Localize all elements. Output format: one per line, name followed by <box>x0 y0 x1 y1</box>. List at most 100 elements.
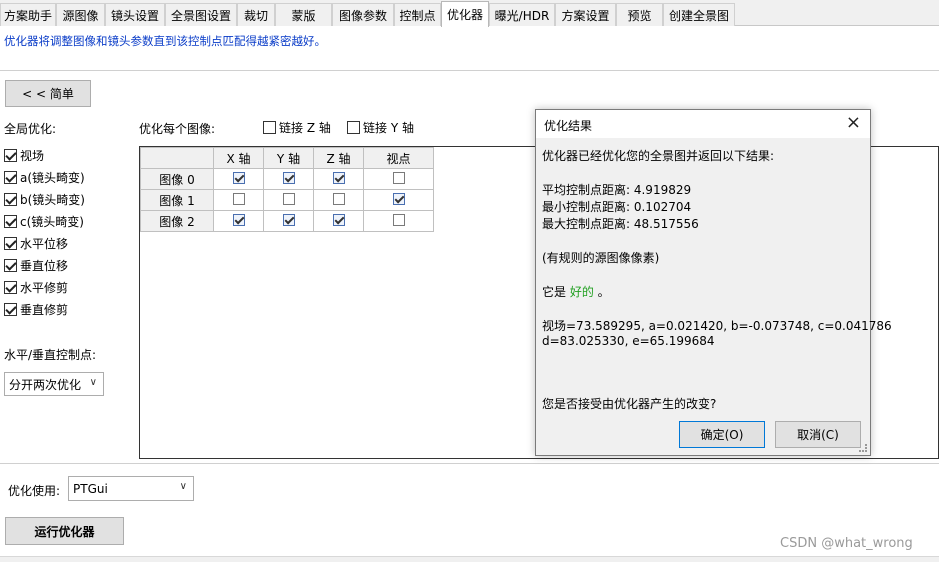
checkbox-icon[interactable] <box>282 213 295 226</box>
option-vertical-shear[interactable]: 垂直修剪 <box>4 301 68 318</box>
option-lens-a[interactable]: a(镜头畸变) <box>4 169 85 186</box>
hv-control-points-select[interactable]: 分开两次优化 ∨ <box>4 372 104 396</box>
cell-z[interactable] <box>313 168 364 190</box>
corner-cell <box>140 147 214 169</box>
option-vertical-shift[interactable]: 垂直位移 <box>4 257 68 274</box>
global-optimization-label: 全局优化: <box>4 122 57 136</box>
tab-preview[interactable]: 预览 <box>616 3 663 26</box>
checkbox-icon[interactable] <box>4 149 17 162</box>
tab-source-images[interactable]: 源图像 <box>56 3 105 26</box>
row-header[interactable]: 图像 0 <box>140 168 214 190</box>
simple-mode-button[interactable]: < < 简单 <box>5 80 91 107</box>
option-label: 水平位移 <box>20 237 69 251</box>
cell-y[interactable] <box>263 189 314 211</box>
units-note: (有规则的源图像像素) <box>542 251 660 265</box>
resize-grip-icon[interactable] <box>859 444 867 452</box>
chevron-down-icon: ∨ <box>179 481 187 492</box>
checkbox-icon[interactable] <box>332 171 345 184</box>
result-intro: 优化器已经优化您的全景图并返回以下结果: <box>542 149 775 163</box>
tab-lens-settings[interactable]: 镜头设置 <box>105 3 165 26</box>
close-icon[interactable]: × <box>846 113 861 133</box>
checkbox-icon[interactable] <box>232 192 245 205</box>
ok-button[interactable]: 确定(O) <box>679 421 765 448</box>
verdict-prefix: 它是 <box>542 285 570 299</box>
checkbox-icon[interactable] <box>332 192 345 205</box>
option-lens-b[interactable]: b(镜头畸变) <box>4 191 85 208</box>
checkbox-icon[interactable] <box>332 213 345 226</box>
tab-crop[interactable]: 裁切 <box>237 3 275 26</box>
checkbox-icon[interactable] <box>392 171 405 184</box>
checkbox-icon[interactable] <box>4 215 17 228</box>
option-lens-c[interactable]: c(镜头畸变) <box>4 213 84 230</box>
cell-x[interactable] <box>213 189 264 211</box>
optimizer-engine-value: PTGui <box>73 481 108 496</box>
checkbox-icon[interactable] <box>232 213 245 226</box>
lens-params-line-2: d=83.025330, e=65.199684 <box>542 334 715 348</box>
tab-panorama-settings[interactable]: 全景图设置 <box>165 3 237 26</box>
checkbox-icon[interactable] <box>4 237 17 250</box>
table-row: 图像 2 <box>140 210 434 232</box>
option-horizontal-shear[interactable]: 水平修剪 <box>4 279 68 296</box>
table-row: 图像 0 <box>140 168 434 190</box>
tab-mask[interactable]: 蒙版 <box>275 3 332 26</box>
checkbox-icon[interactable] <box>392 192 405 205</box>
row-header[interactable]: 图像 1 <box>140 189 214 211</box>
hv-control-points-label: 水平/垂直控制点: <box>4 348 97 362</box>
dialog-title: 优化结果 <box>544 119 593 133</box>
table-row: 图像 1 <box>140 189 434 211</box>
accept-question: 您是否接受由优化器产生的改变? <box>542 397 717 411</box>
link-z-label: 链接 Z 轴 <box>279 121 331 135</box>
watermark: CSDN @what_wrong <box>780 536 913 551</box>
verdict-word: 好的 <box>569 285 594 299</box>
option-label: 水平修剪 <box>20 281 69 295</box>
cell-z[interactable] <box>313 189 364 211</box>
checkbox-icon[interactable] <box>4 281 17 294</box>
column-header-x: X 轴 <box>213 147 264 169</box>
cell-z[interactable] <box>313 210 364 232</box>
option-label: 垂直位移 <box>20 259 69 273</box>
tab-optimizer[interactable]: 优化器 <box>441 1 489 27</box>
min-cp-distance: 最小控制点距离: 0.102704 <box>542 200 692 214</box>
dialog-title-bar: 优化结果 × <box>536 110 870 138</box>
checkbox-icon[interactable] <box>282 192 295 205</box>
max-cp-distance: 最大控制点距离: 48.517556 <box>542 217 699 231</box>
cell-x[interactable] <box>213 168 264 190</box>
tab-project-assistant[interactable]: 方案助手 <box>0 3 56 26</box>
cell-y[interactable] <box>263 168 314 190</box>
cell-x[interactable] <box>213 210 264 232</box>
cell-viewpoint[interactable] <box>363 189 434 211</box>
row-header[interactable]: 图像 2 <box>140 210 214 232</box>
avg-cp-distance: 平均控制点距离: 4.919829 <box>542 183 692 197</box>
checkbox-icon[interactable] <box>4 171 17 184</box>
tab-project-settings[interactable]: 方案设置 <box>555 3 616 26</box>
checkbox-icon[interactable] <box>263 121 276 134</box>
run-optimizer-button[interactable]: 运行优化器 <box>5 517 124 545</box>
checkbox-icon[interactable] <box>392 213 405 226</box>
verdict-suffix: 。 <box>593 285 610 299</box>
checkbox-icon[interactable] <box>4 259 17 272</box>
optimizer-description: 优化器将调整图像和镜头参数直到该控制点匹配得越紧密越好。 <box>4 34 326 48</box>
checkbox-icon[interactable] <box>347 121 360 134</box>
verdict: 它是 好的 。 <box>542 283 610 300</box>
link-y-axis[interactable]: 链接 Y 轴 <box>347 119 414 136</box>
tab-create-panorama[interactable]: 创建全景图 <box>663 3 735 26</box>
checkbox-icon[interactable] <box>282 171 295 184</box>
checkbox-icon[interactable] <box>4 193 17 206</box>
optimizer-engine-select[interactable]: PTGui ∨ <box>68 476 194 501</box>
cancel-button[interactable]: 取消(C) <box>775 421 861 448</box>
link-z-axis[interactable]: 链接 Z 轴 <box>263 119 331 136</box>
cell-viewpoint[interactable] <box>363 210 434 232</box>
header-divider <box>0 70 939 71</box>
cell-y[interactable] <box>263 210 314 232</box>
option-label: c(镜头畸变) <box>20 215 84 229</box>
tab-control-points[interactable]: 控制点 <box>394 3 441 26</box>
option-horizontal-shift[interactable]: 水平位移 <box>4 235 68 252</box>
tab-exposure-hdr[interactable]: 曝光/HDR <box>489 3 555 26</box>
option-fov[interactable]: 视场 <box>4 147 44 164</box>
cell-viewpoint[interactable] <box>363 168 434 190</box>
checkbox-icon[interactable] <box>232 171 245 184</box>
tab-image-parameters[interactable]: 图像参数 <box>332 3 394 26</box>
footer-divider <box>0 463 939 464</box>
per-image-label: 优化每个图像: <box>139 122 216 136</box>
checkbox-icon[interactable] <box>4 303 17 316</box>
